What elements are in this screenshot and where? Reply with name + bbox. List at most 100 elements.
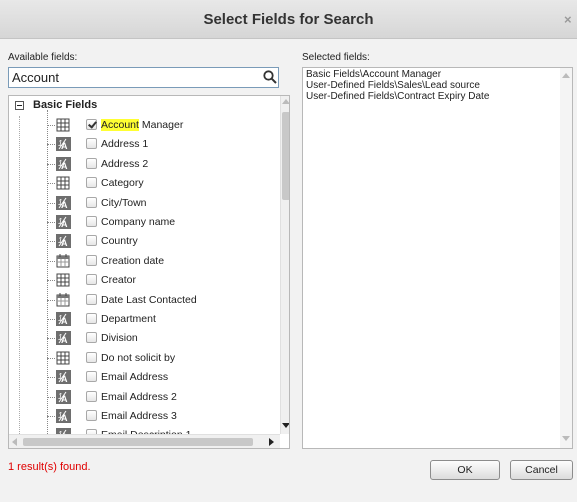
selected-scroll-down-icon[interactable]	[562, 436, 570, 442]
selected-list-scrollbar[interactable]	[560, 68, 572, 448]
text-field-icon: 1A	[55, 409, 71, 423]
tree-item-label: Country	[101, 235, 138, 248]
svg-text:A: A	[61, 335, 68, 345]
tree-connector	[47, 163, 55, 165]
selected-field-item[interactable]: User-Defined Fields\Sales\Lead source	[304, 80, 489, 91]
tree-hscroll-thumb[interactable]	[23, 438, 253, 446]
tree-connector	[47, 319, 55, 320]
svg-text:A: A	[61, 394, 68, 404]
title-bar[interactable]: Select Fields for Search ×	[0, 0, 577, 39]
grid-icon	[55, 176, 71, 190]
search-icon[interactable]	[263, 70, 277, 84]
text-field-icon: 1A	[55, 389, 71, 404]
tree-item[interactable]: 1 A City/Town	[9, 194, 279, 213]
tree-item[interactable]: 1 A Address 2	[9, 155, 279, 174]
field-checkbox[interactable]	[86, 216, 97, 227]
close-icon[interactable]: ×	[564, 12, 572, 27]
tree-item[interactable]: 1 A Email Address	[9, 368, 279, 387]
tree-item[interactable]: Creation date	[9, 252, 279, 271]
tree-item-label: Date Last Contacted	[101, 293, 197, 306]
selected-field-item[interactable]: User-Defined Fields\Contract Expiry Date	[304, 91, 489, 102]
svg-text:A: A	[61, 200, 68, 210]
tree-item[interactable]: Do not solicit by	[9, 349, 279, 368]
field-checkbox[interactable]	[86, 196, 97, 208]
tree-item-label: Creation date	[101, 254, 165, 267]
search-input[interactable]	[12, 69, 252, 86]
tree-item[interactable]: 1 A Company name	[9, 213, 279, 232]
field-checkbox[interactable]	[86, 254, 97, 266]
svg-text:A: A	[61, 238, 68, 248]
tree-root-label: Basic Fields	[33, 99, 98, 111]
text-field-icon: 1A	[55, 215, 71, 229]
tree-item[interactable]: Account Manager	[9, 116, 279, 135]
tree-connector	[47, 357, 55, 359]
scroll-left-icon[interactable]	[12, 438, 18, 446]
field-checkbox[interactable]	[86, 351, 97, 363]
tree-connector	[47, 144, 55, 146]
tree-connector	[47, 202, 55, 204]
scroll-up-icon[interactable]	[282, 99, 290, 105]
tree-item-label: Address 2	[101, 157, 149, 170]
cancel-button[interactable]: Cancel	[510, 460, 573, 480]
search-field[interactable]	[8, 67, 279, 88]
svg-text:A: A	[61, 316, 68, 326]
field-checkbox[interactable]	[86, 390, 97, 402]
svg-text:A: A	[61, 141, 68, 151]
tree-node-basic-fields[interactable]: Basic Fields	[9, 96, 279, 116]
tree-item-label: Address 1	[101, 138, 149, 151]
tree-item-label: Division	[101, 332, 138, 345]
tree-connector	[47, 299, 55, 301]
tree-item-label: Company name	[101, 216, 176, 228]
tree-item-label: Email Address	[101, 371, 169, 384]
tree-item-label-rest: Manager	[138, 119, 184, 131]
field-checkbox[interactable]	[86, 157, 97, 169]
scroll-right-icon[interactable]	[269, 438, 275, 446]
calendar-icon	[55, 292, 71, 307]
selected-fields-label: Selected fields:	[302, 52, 370, 63]
tree-item[interactable]: 1 A Email Address 3	[9, 407, 279, 426]
tree-item[interactable]: 1 A Country	[9, 232, 279, 251]
tree-item-label: Category	[101, 177, 144, 190]
tree-item[interactable]: 1 A Division	[9, 329, 279, 348]
select-fields-dialog: Select Fields for Search × Available fie…	[0, 0, 577, 502]
tree-item[interactable]: 1 A Department	[9, 310, 279, 329]
tree-scroll-thumb[interactable]	[282, 112, 289, 200]
field-checkbox[interactable]	[86, 119, 97, 130]
tree-connector	[47, 416, 55, 417]
field-checkbox[interactable]	[86, 313, 97, 324]
field-checkbox[interactable]	[86, 177, 97, 189]
tree-item[interactable]: Creator	[9, 271, 279, 290]
tree-vertical-scrollbar[interactable]	[280, 96, 290, 434]
tree-item[interactable]: Date Last Contacted	[9, 291, 279, 310]
field-checkbox[interactable]	[86, 410, 97, 421]
scroll-down-icon[interactable]	[282, 423, 290, 429]
tree-item-label: Email Address 2	[101, 390, 177, 403]
field-checkbox[interactable]	[86, 371, 97, 383]
tree-item-label: Do not solicit by	[101, 351, 176, 364]
selected-field-item[interactable]: Basic Fields\Account Manager	[304, 69, 489, 80]
tree-item[interactable]: 1 A Address 1	[9, 135, 279, 154]
tree-connector	[47, 183, 55, 185]
search-match-highlight: Account	[101, 119, 139, 131]
tree-item[interactable]: Category	[9, 174, 279, 193]
ok-button[interactable]: OK	[430, 460, 500, 480]
selected-fields-list[interactable]: Basic Fields\Account Manager User-Defined…	[302, 67, 573, 449]
available-fields-tree[interactable]: Basic Fields Account Manager 1 A Address 1 1…	[8, 95, 290, 449]
tree-connector	[47, 280, 55, 282]
field-checkbox[interactable]	[86, 332, 97, 344]
field-checkbox[interactable]	[86, 138, 97, 150]
tree-item-label: City/Town	[101, 196, 147, 209]
selected-scroll-up-icon[interactable]	[562, 73, 570, 79]
tree-item-label: Creator	[101, 274, 137, 287]
tree-horizontal-scrollbar[interactable]	[9, 434, 280, 448]
field-checkbox[interactable]	[86, 293, 97, 305]
calendar-icon	[55, 253, 71, 268]
collapse-icon[interactable]	[15, 101, 24, 110]
text-field-icon: 1A	[55, 331, 71, 346]
field-checkbox[interactable]	[86, 274, 97, 286]
tree-item[interactable]: 1 A Email Address 2	[9, 388, 279, 407]
field-checkbox[interactable]	[86, 235, 97, 247]
svg-text:A: A	[61, 413, 68, 423]
tree-item-label: Department	[101, 313, 156, 325]
grid-icon	[55, 273, 71, 287]
